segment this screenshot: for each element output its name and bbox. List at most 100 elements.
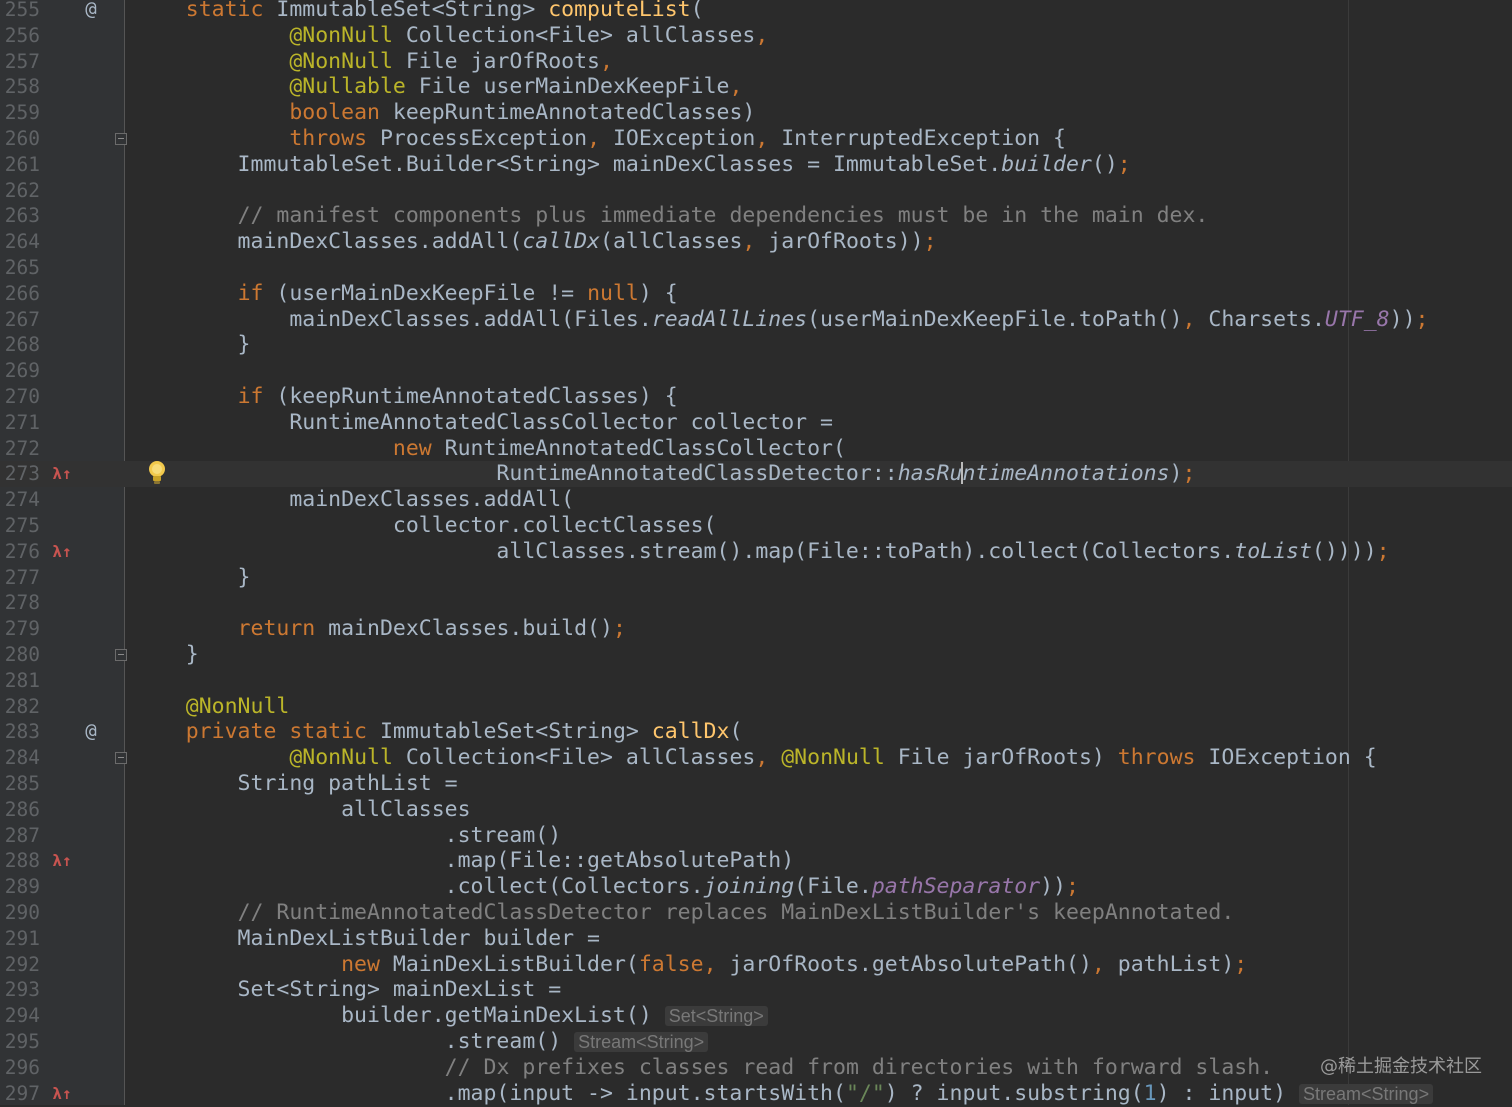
- code-line[interactable]: 286 allClasses: [0, 797, 1512, 823]
- line-number[interactable]: 266: [0, 281, 40, 307]
- line-number[interactable]: 294: [0, 1003, 40, 1029]
- line-number[interactable]: 283: [0, 719, 40, 745]
- line-number[interactable]: 269: [0, 358, 40, 384]
- line-number[interactable]: 277: [0, 565, 40, 591]
- lambda-icon[interactable]: λ↑: [47, 848, 77, 874]
- lambda-icon[interactable]: λ↑: [47, 461, 77, 487]
- line-number[interactable]: 282: [0, 694, 40, 720]
- line-number[interactable]: 264: [0, 229, 40, 255]
- code-line[interactable]: 264 mainDexClasses.addAll(callDx(allClas…: [0, 229, 1512, 255]
- code-line[interactable]: 280 }: [0, 642, 1512, 668]
- code-line[interactable]: 283 @ private static ImmutableSet<String>…: [0, 719, 1512, 745]
- code-line[interactable]: 293 Set<String> mainDexList =: [0, 977, 1512, 1003]
- lambda-icon[interactable]: λ↑: [47, 1081, 77, 1107]
- line-number[interactable]: 293: [0, 977, 40, 1003]
- code-text[interactable]: static ImmutableSet<String> computeList(: [134, 0, 704, 23]
- code-text[interactable]: }: [134, 332, 251, 358]
- implements-at-icon[interactable]: @: [76, 0, 106, 23]
- code-line[interactable]: 276 λ↑ allClasses.stream().map(File::toPa…: [0, 539, 1512, 565]
- code-text[interactable]: // manifest components plus immediate de…: [134, 203, 1209, 229]
- code-line[interactable]: 281: [0, 668, 1512, 694]
- code-text[interactable]: @NonNull File jarOfRoots,: [134, 49, 613, 75]
- code-line[interactable]: 279 return mainDexClasses.build();: [0, 616, 1512, 642]
- fold-marker-icon[interactable]: [115, 752, 127, 765]
- line-number[interactable]: 288: [0, 848, 40, 874]
- code-line[interactable]: 297 λ↑ .map(input -> input.startsWith("/"…: [0, 1081, 1512, 1107]
- line-number[interactable]: 276: [0, 539, 40, 565]
- code-text[interactable]: if (keepRuntimeAnnotatedClasses) {: [134, 384, 678, 410]
- code-text[interactable]: RuntimeAnnotatedClassCollector collector…: [134, 410, 833, 436]
- code-line[interactable]: 270 if (keepRuntimeAnnotatedClasses) {: [0, 384, 1512, 410]
- code-line[interactable]: 265: [0, 255, 1512, 281]
- code-text[interactable]: // Dx prefixes classes read from directo…: [134, 1055, 1273, 1081]
- code-text[interactable]: }: [134, 565, 251, 591]
- code-line[interactable]: 284 @NonNull Collection<File> allClasses…: [0, 745, 1512, 771]
- code-text[interactable]: mainDexClasses.addAll(callDx(allClasses,…: [134, 229, 937, 255]
- code-line[interactable]: 266 if (userMainDexKeepFile != null) {: [0, 281, 1512, 307]
- code-text[interactable]: ImmutableSet.Builder<String> mainDexClas…: [134, 152, 1131, 178]
- code-line[interactable]: 257 @NonNull File jarOfRoots,: [0, 49, 1512, 75]
- line-number[interactable]: 272: [0, 436, 40, 462]
- line-number[interactable]: 261: [0, 152, 40, 178]
- lambda-icon[interactable]: λ↑: [47, 539, 77, 565]
- code-text[interactable]: RuntimeAnnotatedClassDetector::hasRuntim…: [134, 461, 1195, 487]
- code-text[interactable]: .stream(): [134, 823, 562, 849]
- code-editor[interactable]: 255 @ static ImmutableSet<String> compute…: [0, 0, 1512, 1107]
- line-number[interactable]: 297: [0, 1081, 40, 1107]
- code-text[interactable]: new RuntimeAnnotatedClassCollector(: [134, 436, 846, 462]
- line-number[interactable]: 265: [0, 255, 40, 281]
- code-line[interactable]: 275 collector.collectClasses(: [0, 513, 1512, 539]
- code-line[interactable]: 296 // Dx prefixes classes read from dir…: [0, 1055, 1512, 1081]
- line-number[interactable]: 286: [0, 797, 40, 823]
- implements-at-icon[interactable]: @: [76, 719, 106, 745]
- line-number[interactable]: 256: [0, 23, 40, 49]
- code-line[interactable]: 295 .stream() Stream<String>: [0, 1029, 1512, 1055]
- code-text[interactable]: mainDexClasses.addAll(: [134, 487, 574, 513]
- line-number[interactable]: 260: [0, 126, 40, 152]
- line-number[interactable]: 296: [0, 1055, 40, 1081]
- code-line[interactable]: 289 .collect(Collectors.joining(File.pat…: [0, 874, 1512, 900]
- code-text[interactable]: .stream() Stream<String>: [134, 1029, 709, 1056]
- code-line[interactable]: 260 throws ProcessException, IOException…: [0, 126, 1512, 152]
- code-line[interactable]: 277 }: [0, 565, 1512, 591]
- line-number[interactable]: 271: [0, 410, 40, 436]
- line-number[interactable]: 290: [0, 900, 40, 926]
- code-line[interactable]: 294 builder.getMainDexList() Set<String>: [0, 1003, 1512, 1029]
- line-number[interactable]: 268: [0, 332, 40, 358]
- code-text[interactable]: Set<String> mainDexList =: [134, 977, 562, 1003]
- line-number[interactable]: 291: [0, 926, 40, 952]
- code-text[interactable]: .map(input -> input.startsWith("/") ? in…: [134, 1081, 1434, 1107]
- code-text[interactable]: collector.collectClasses(: [134, 513, 717, 539]
- line-number[interactable]: 257: [0, 49, 40, 75]
- line-number[interactable]: 279: [0, 616, 40, 642]
- code-text[interactable]: @NonNull: [134, 694, 290, 720]
- line-number[interactable]: 289: [0, 874, 40, 900]
- line-number[interactable]: 295: [0, 1029, 40, 1055]
- line-number[interactable]: 278: [0, 590, 40, 616]
- code-text[interactable]: }: [134, 642, 199, 668]
- line-number[interactable]: 292: [0, 952, 40, 978]
- line-number[interactable]: 285: [0, 771, 40, 797]
- code-text[interactable]: if (userMainDexKeepFile != null) {: [134, 281, 678, 307]
- line-number[interactable]: 267: [0, 307, 40, 333]
- line-number[interactable]: 284: [0, 745, 40, 771]
- code-line[interactable]: 255 @ static ImmutableSet<String> compute…: [0, 0, 1512, 23]
- code-text[interactable]: allClasses.stream().map(File::toPath).co…: [134, 539, 1389, 565]
- line-number[interactable]: 287: [0, 823, 40, 849]
- code-text[interactable]: @NonNull Collection<File> allClasses,: [134, 23, 768, 49]
- code-line[interactable]: 256 @NonNull Collection<File> allClasses…: [0, 23, 1512, 49]
- code-text[interactable]: String pathList =: [134, 771, 458, 797]
- line-number[interactable]: 263: [0, 203, 40, 229]
- code-text[interactable]: @NonNull Collection<File> allClasses, @N…: [134, 745, 1376, 771]
- code-line[interactable]: 282 @NonNull: [0, 694, 1512, 720]
- line-number[interactable]: 274: [0, 487, 40, 513]
- line-number[interactable]: 258: [0, 74, 40, 100]
- line-number[interactable]: 255: [0, 0, 40, 23]
- code-line[interactable]: 262: [0, 178, 1512, 204]
- line-number[interactable]: 259: [0, 100, 40, 126]
- code-line[interactable]: 288 λ↑ .map(File::getAbsolutePath): [0, 848, 1512, 874]
- code-line[interactable]: 272 new RuntimeAnnotatedClassCollector(: [0, 436, 1512, 462]
- code-text[interactable]: @Nullable File userMainDexKeepFile,: [134, 74, 742, 100]
- line-number[interactable]: 281: [0, 668, 40, 694]
- code-text[interactable]: return mainDexClasses.build();: [134, 616, 626, 642]
